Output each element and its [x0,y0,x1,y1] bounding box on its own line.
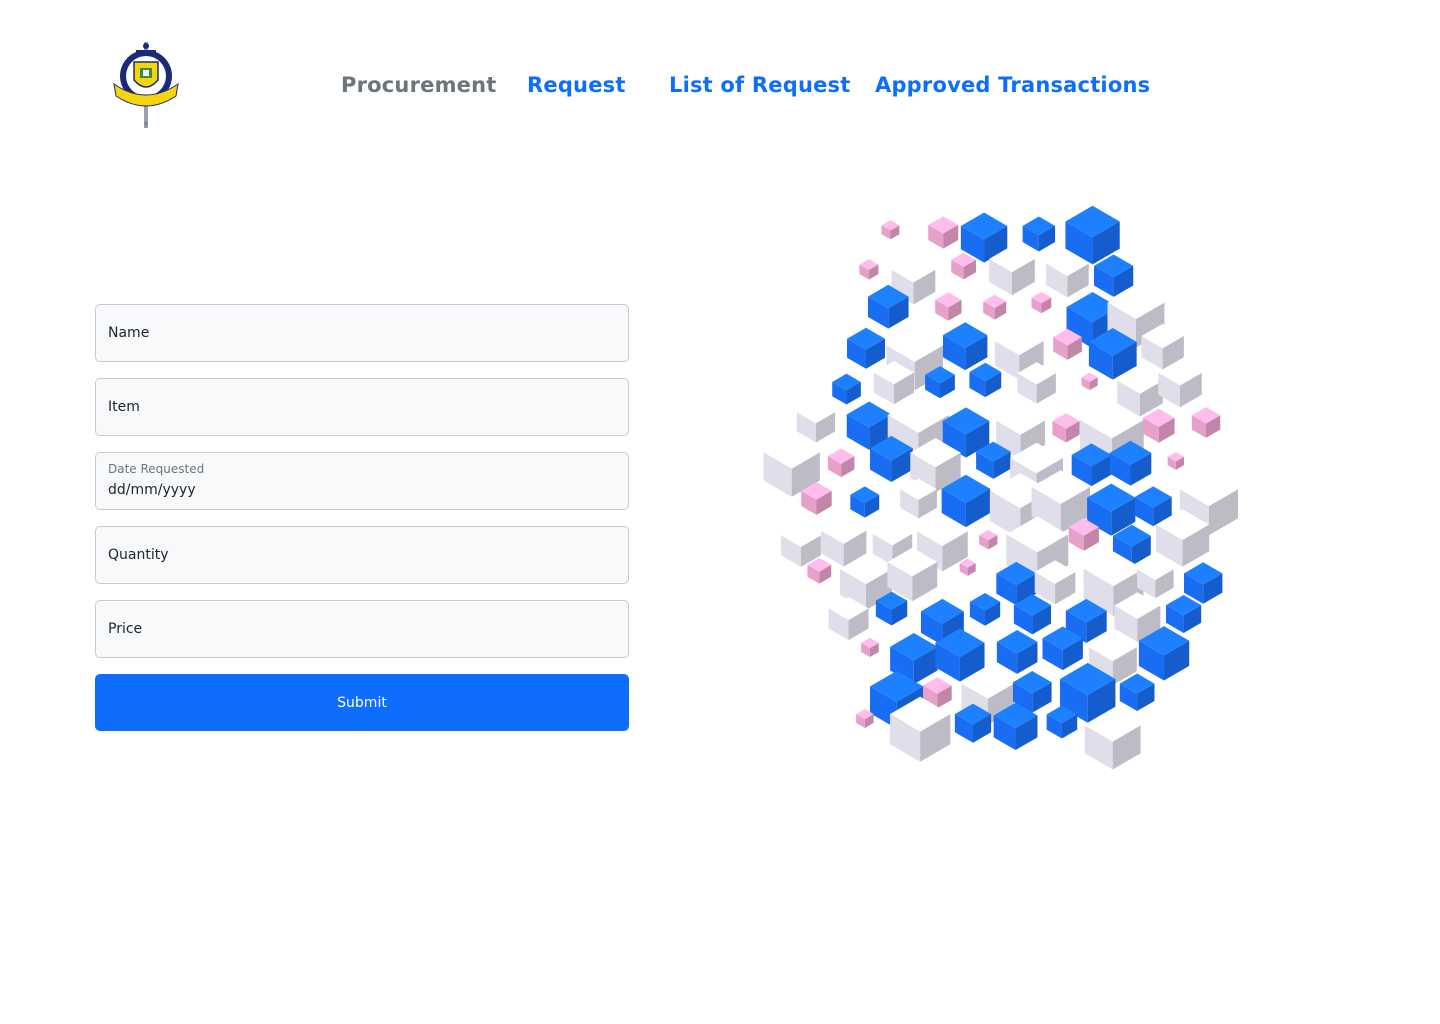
date-requested-input[interactable] [96,453,628,509]
price-field-wrapper [95,600,629,658]
nav-link-list-of-request[interactable]: List of Request [669,68,850,102]
university-seal-logo[interactable] [110,42,182,128]
isometric-cubes-illustration [763,205,1238,770]
name-field-wrapper [95,304,629,362]
date-field-wrapper: Date Requested [95,452,629,510]
quantity-field-wrapper [95,526,629,584]
nav-link-request[interactable]: Request [527,68,626,102]
quantity-input[interactable] [96,527,628,583]
nav-link-approved-transactions[interactable]: Approved Transactions [875,68,1150,102]
price-input[interactable] [96,601,628,657]
item-field-wrapper [95,378,629,436]
submit-button[interactable]: Submit [95,674,629,731]
procurement-request-page: Procurement Request List of Request Appr… [0,0,1440,1024]
name-input[interactable] [96,305,628,361]
request-form: Date Requested Submit [95,304,629,731]
brand-title[interactable]: Procurement [341,68,497,102]
item-input[interactable] [96,379,628,435]
